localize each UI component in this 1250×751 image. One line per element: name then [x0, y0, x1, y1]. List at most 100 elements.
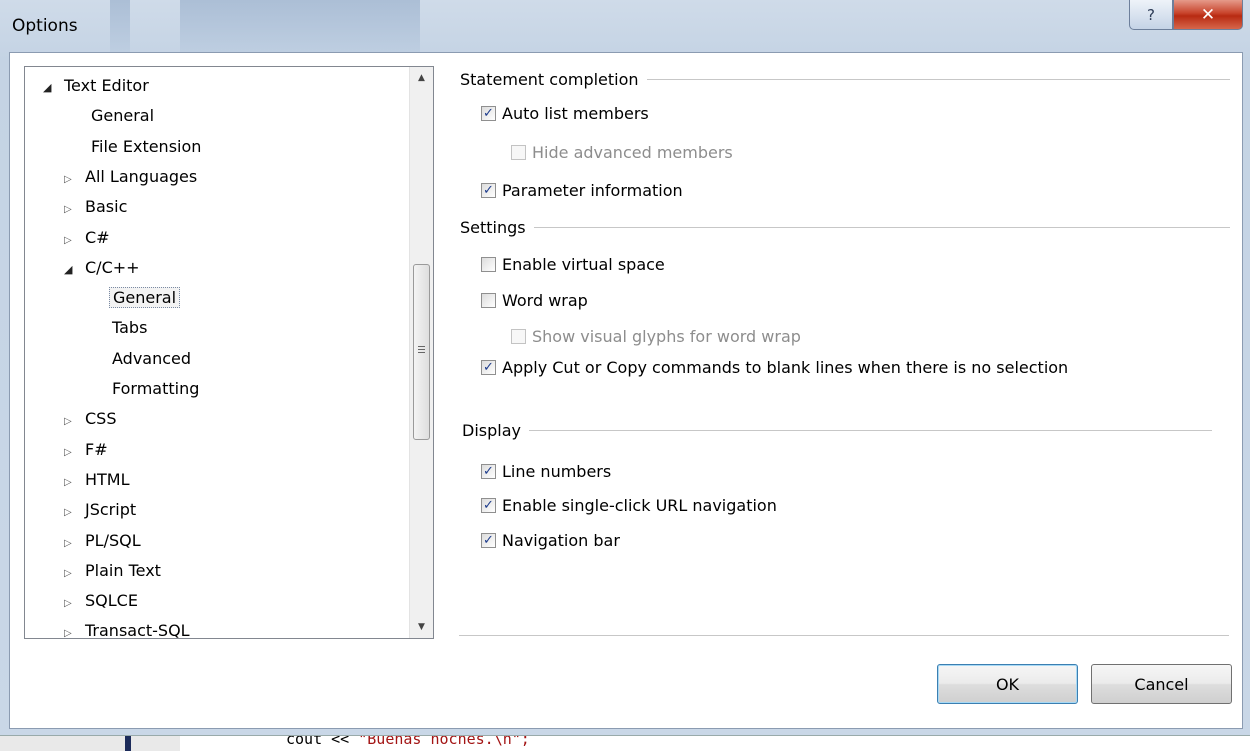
group-statement-completion: Statement completion	[460, 68, 1230, 90]
tree-item[interactable]: General	[109, 284, 181, 312]
tree-item[interactable]: Formatting	[109, 375, 202, 403]
tree-item-label: Plain Text	[85, 560, 161, 580]
checkbox-word-wrap[interactable]: Word wrap	[481, 287, 588, 313]
checkbox-checked-icon[interactable]: ✓	[481, 105, 496, 121]
scroll-down-arrow[interactable]: ▼	[410, 616, 433, 638]
group-rule	[528, 429, 1212, 431]
tree-item-label: PL/SQL	[85, 530, 141, 550]
tree-item-label: HTML	[85, 469, 130, 489]
cancel-button[interactable]: Cancel	[1091, 664, 1232, 704]
help-button[interactable]: ?	[1129, 0, 1173, 30]
checkbox-label: Line numbers	[502, 461, 612, 481]
group-rule	[533, 226, 1230, 228]
checkbox-show-visual-glyphs[interactable]: Show visual glyphs for word wrap	[511, 323, 801, 349]
collapsed-arrow-icon[interactable]: ▷	[64, 560, 82, 588]
checkbox-auto-list-members[interactable]: ✓ Auto list members	[481, 100, 649, 126]
checkbox-label: Auto list members	[502, 103, 649, 123]
checkbox-single-click-url[interactable]: ✓ Enable single-click URL navigation	[481, 492, 777, 518]
expanded-arrow-icon[interactable]: ◢	[64, 256, 82, 284]
tree-item[interactable]: ▷ Transact-SQL	[64, 617, 193, 638]
checkbox-navigation-bar[interactable]: ✓ Navigation bar	[481, 527, 620, 553]
checkbox-apply-cut-copy[interactable]: ✓ Apply Cut or Copy commands to blank lin…	[481, 354, 1068, 380]
tree-item-label: F#	[85, 439, 108, 459]
options-tree[interactable]: ◢ Text Editor General File Extension ▷ All La…	[24, 66, 434, 639]
group-display: Display	[462, 419, 1212, 441]
checkbox-checked-icon[interactable]: ✓	[481, 359, 496, 375]
tree-item[interactable]: ▷ Basic	[64, 193, 130, 221]
checkbox-unchecked-icon	[511, 328, 526, 344]
tree-item[interactable]: ▷ CSS	[64, 405, 119, 433]
expanded-arrow-icon[interactable]: ◢	[43, 74, 61, 102]
checkbox-unchecked-icon[interactable]	[481, 292, 496, 308]
tree-item[interactable]: ▷ SQLCE	[64, 587, 141, 615]
collapsed-arrow-icon[interactable]: ▷	[64, 227, 82, 255]
collapsed-arrow-icon[interactable]: ▷	[64, 439, 82, 467]
scroll-thumb[interactable]	[413, 264, 430, 440]
checkbox-hide-advanced-members[interactable]: Hide advanced members	[511, 139, 733, 165]
dialog-body: ◢ Text Editor General File Extension ▷ All La…	[9, 52, 1243, 729]
tree-item-label: Basic	[85, 197, 128, 217]
collapsed-arrow-icon[interactable]: ▷	[64, 469, 82, 497]
editor-gutter	[0, 736, 180, 751]
collapsed-arrow-icon[interactable]: ▷	[64, 620, 82, 638]
checkbox-checked-icon[interactable]: ✓	[481, 182, 496, 198]
tree-item-label: Text Editor	[64, 76, 149, 95]
tree-item-label: SQLCE	[85, 591, 138, 611]
tree-item[interactable]: ▷ C#	[64, 224, 113, 252]
tree-item-label: Formatting	[112, 379, 200, 398]
checkbox-label: Navigation bar	[502, 530, 620, 550]
tree-item[interactable]: ▷ F#	[64, 436, 111, 464]
dialog-title: Options	[12, 16, 78, 36]
collapsed-arrow-icon[interactable]: ▷	[64, 196, 82, 224]
background-code-editor: cout << "Buenas noches.\n";	[0, 735, 1250, 751]
collapsed-arrow-icon[interactable]: ▷	[64, 166, 82, 194]
collapsed-arrow-icon[interactable]: ▷	[64, 530, 82, 558]
checkbox-unchecked-icon[interactable]	[481, 256, 496, 272]
checkbox-label: Parameter information	[502, 180, 683, 200]
tree-item[interactable]: File Extension	[88, 133, 204, 161]
group-header-label: Statement completion	[460, 69, 639, 89]
tree-item[interactable]: ▷ JScript	[64, 496, 139, 524]
tree-item[interactable]: General	[88, 102, 157, 130]
breakpoint-marker	[125, 736, 131, 751]
group-settings: Settings	[460, 216, 1230, 238]
tree-item[interactable]: Tabs	[109, 314, 150, 342]
tree-item[interactable]: ◢ C/C++	[64, 254, 143, 282]
tree-item[interactable]: Advanced	[109, 345, 194, 373]
close-icon: ✕	[1200, 4, 1216, 25]
checkbox-label: Hide advanced members	[532, 142, 733, 162]
tree-item[interactable]: ▷ PL/SQL	[64, 527, 144, 555]
collapsed-arrow-icon[interactable]: ▷	[64, 408, 82, 436]
checkbox-enable-virtual-space[interactable]: Enable virtual space	[481, 251, 665, 277]
checkbox-checked-icon[interactable]: ✓	[481, 497, 496, 513]
checkbox-checked-icon[interactable]: ✓	[481, 463, 496, 479]
tree-item[interactable]: ▷ HTML	[64, 466, 133, 494]
separator	[459, 635, 1229, 636]
tree-item[interactable]: ▷ All Languages	[64, 163, 200, 191]
collapsed-arrow-icon[interactable]: ▷	[64, 499, 82, 527]
group-rule	[646, 78, 1230, 80]
tree-item[interactable]: ◢ Text Editor	[43, 72, 152, 100]
checkbox-label: Show visual glyphs for word wrap	[532, 326, 801, 346]
tree-item-label: Advanced	[112, 348, 192, 368]
checkbox-checked-icon[interactable]: ✓	[481, 532, 496, 548]
group-header-label: Display	[462, 420, 521, 440]
group-header-label: Settings	[460, 217, 526, 237]
checkbox-unchecked-icon	[511, 144, 526, 160]
code-line: cout << "Buenas noches.\n";	[286, 735, 530, 748]
checkbox-label: Word wrap	[502, 290, 588, 310]
code-string: "Buenas noches.\n";	[358, 735, 530, 748]
title-bar[interactable]: Options ? ✕	[0, 0, 1250, 52]
tree-item[interactable]: ▷ Plain Text	[64, 557, 164, 585]
checkbox-label: Enable single-click URL navigation	[502, 495, 777, 515]
tree-item-label: General	[91, 106, 155, 126]
scroll-up-arrow[interactable]: ▲	[410, 67, 433, 89]
close-button[interactable]: ✕	[1173, 0, 1243, 30]
collapsed-arrow-icon[interactable]: ▷	[64, 590, 82, 618]
tree-item-label: C#	[85, 227, 110, 247]
checkbox-line-numbers[interactable]: ✓ Line numbers	[481, 458, 611, 484]
scroll-grip-icon	[418, 346, 425, 355]
ok-button[interactable]: OK	[937, 664, 1078, 704]
tree-scrollbar[interactable]: ▲ ▼	[409, 67, 433, 638]
checkbox-parameter-information[interactable]: ✓ Parameter information	[481, 177, 683, 203]
